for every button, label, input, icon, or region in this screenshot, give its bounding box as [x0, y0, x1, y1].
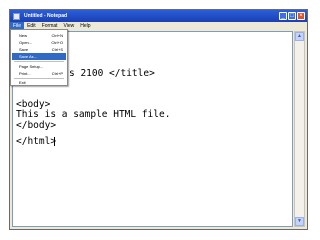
close-button[interactable]: ×	[297, 12, 305, 20]
text-caret	[54, 137, 55, 146]
menu-item-label: Save As...	[19, 54, 38, 59]
notepad-icon	[13, 12, 20, 20]
menu-item-label: Exit	[19, 80, 26, 85]
title-buttons: _ □ ×	[279, 12, 305, 20]
vertical-scrollbar[interactable]: ▲ ▼	[294, 31, 305, 227]
menu-item-label: Save	[19, 47, 29, 52]
menu-item-page-setup[interactable]: Page Setup...	[12, 63, 66, 70]
menu-item-label: Print...	[19, 71, 31, 76]
editor-line: This is a sample HTML file.	[16, 109, 171, 120]
minimize-button[interactable]: _	[279, 12, 287, 20]
file-menu-dropdown: New Ctrl+N Open... Ctrl+O Save Ctrl+S Sa…	[10, 29, 68, 86]
menu-item-new[interactable]: New Ctrl+N	[12, 32, 66, 39]
menu-item-shortcut: Ctrl+N	[51, 33, 63, 38]
title-bar[interactable]: Untitled - Notepad _ □ ×	[10, 10, 307, 22]
menu-item-save[interactable]: Save Ctrl+S	[12, 46, 66, 53]
menu-item-label: Page Setup...	[19, 64, 44, 69]
menu-item-shortcut: Ctrl+S	[51, 47, 63, 52]
menu-item-print[interactable]: Print... Ctrl+P	[12, 70, 66, 77]
editor-line: s 2100 </title>	[69, 68, 155, 79]
menu-item-save-as[interactable]: Save As...	[12, 53, 66, 60]
scroll-up-icon[interactable]: ▲	[295, 32, 304, 41]
scroll-down-icon[interactable]: ▼	[295, 217, 304, 226]
menu-item-open[interactable]: Open... Ctrl+O	[12, 39, 66, 46]
menu-item-exit[interactable]: Exit	[12, 79, 66, 86]
editor-line: </body>	[16, 120, 57, 131]
menu-item-shortcut: Ctrl+P	[51, 71, 63, 76]
menu-item-shortcut: Ctrl+O	[51, 40, 63, 45]
menu-help[interactable]: Help	[77, 22, 93, 30]
menu-item-label: New	[19, 33, 28, 38]
editor-line: </html>	[16, 136, 57, 147]
maximize-button[interactable]: □	[288, 12, 296, 20]
window-title: Untitled - Notepad	[24, 13, 68, 19]
menu-separator	[14, 61, 64, 62]
menu-item-label: Open...	[19, 40, 33, 45]
